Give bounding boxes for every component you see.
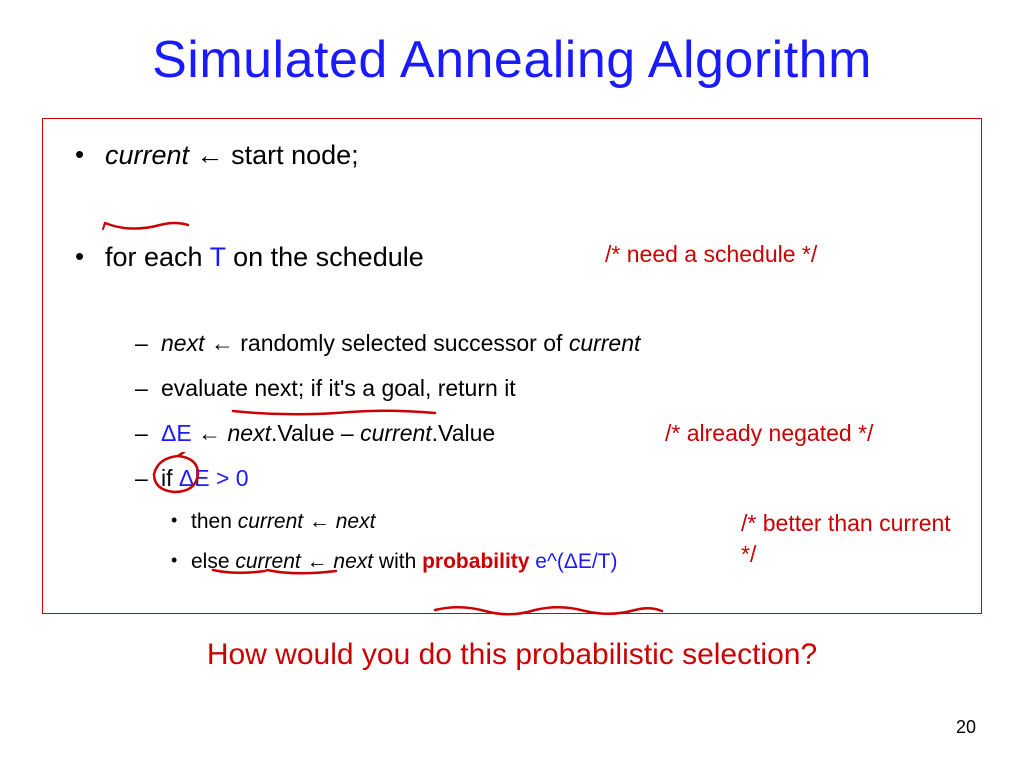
line-next-random: next ← randomly selected successor of cu… [125, 328, 959, 359]
expr-exp: e^(ΔE/T) [529, 550, 617, 573]
text-then: then [191, 510, 238, 533]
page-number: 20 [956, 717, 976, 738]
slide: Simulated Annealing Algorithm current ← … [0, 0, 1024, 768]
var-current: current [235, 550, 300, 573]
line-foreach: for each T on the schedule /* need a sch… [65, 239, 959, 275]
nested-block: next ← randomly selected successor of cu… [65, 328, 959, 577]
spacer [65, 181, 959, 231]
line-else: else current ← next with probability e^(… [161, 548, 959, 576]
assign-arrow: ← [301, 550, 334, 573]
spacer [65, 284, 959, 320]
var-next: next [228, 420, 271, 446]
assign-arrow: ← [204, 330, 240, 356]
comment-schedule: /* need a schedule */ [605, 239, 817, 270]
comment-negated: /* already negated */ [665, 418, 873, 449]
text-with: with [373, 550, 422, 573]
text-probability: probability [422, 550, 529, 573]
cond-deltaE-gt-zero: ΔE > 0 [179, 465, 249, 491]
var-next: next [336, 510, 376, 533]
var-next: next [333, 550, 373, 573]
text-schedule: on the schedule [226, 242, 424, 272]
line-deltaE: ΔE ← next.Value – current.Value /* alrea… [125, 418, 959, 449]
var-T: T [210, 242, 226, 272]
var-deltaE: ΔE [161, 420, 192, 446]
var-next: next [161, 330, 204, 356]
line-evaluate: evaluate next; if it's a goal, return it [125, 373, 959, 404]
var-current: current [569, 330, 641, 356]
assign-arrow: ← [303, 510, 336, 533]
line-if: if ΔE > 0 then current ← next /* better … [125, 463, 959, 577]
bullet-list-level2: next ← randomly selected successor of cu… [125, 328, 959, 577]
line-then: then current ← next /* better than curre… [161, 508, 959, 536]
var-current: current [238, 510, 303, 533]
algorithm-box: current ← start node; for each T on the … [42, 118, 982, 614]
text-foreach: for each [105, 242, 210, 272]
assign-arrow: ← [192, 420, 228, 446]
footer-question: How would you do this probabilistic sele… [40, 638, 984, 672]
bullet-list-level3: then current ← next /* better than curre… [161, 508, 959, 577]
line-current-start: current ← start node; [65, 137, 959, 173]
text-else: else [191, 550, 235, 573]
text-startnode: start node; [231, 140, 359, 170]
text-value: .Value [432, 420, 496, 446]
text-random: randomly selected successor of [240, 330, 569, 356]
slide-title: Simulated Annealing Algorithm [40, 30, 984, 90]
var-current: current [105, 140, 189, 170]
assign-arrow: ← [189, 140, 231, 170]
bullet-list-level1: current ← start node; for each T on the … [65, 137, 959, 577]
text-evaluate: evaluate next; if it's a goal, return it [161, 375, 516, 401]
var-current: current [360, 420, 432, 446]
text-if: if [161, 465, 179, 491]
text-minus: .Value – [271, 420, 360, 446]
